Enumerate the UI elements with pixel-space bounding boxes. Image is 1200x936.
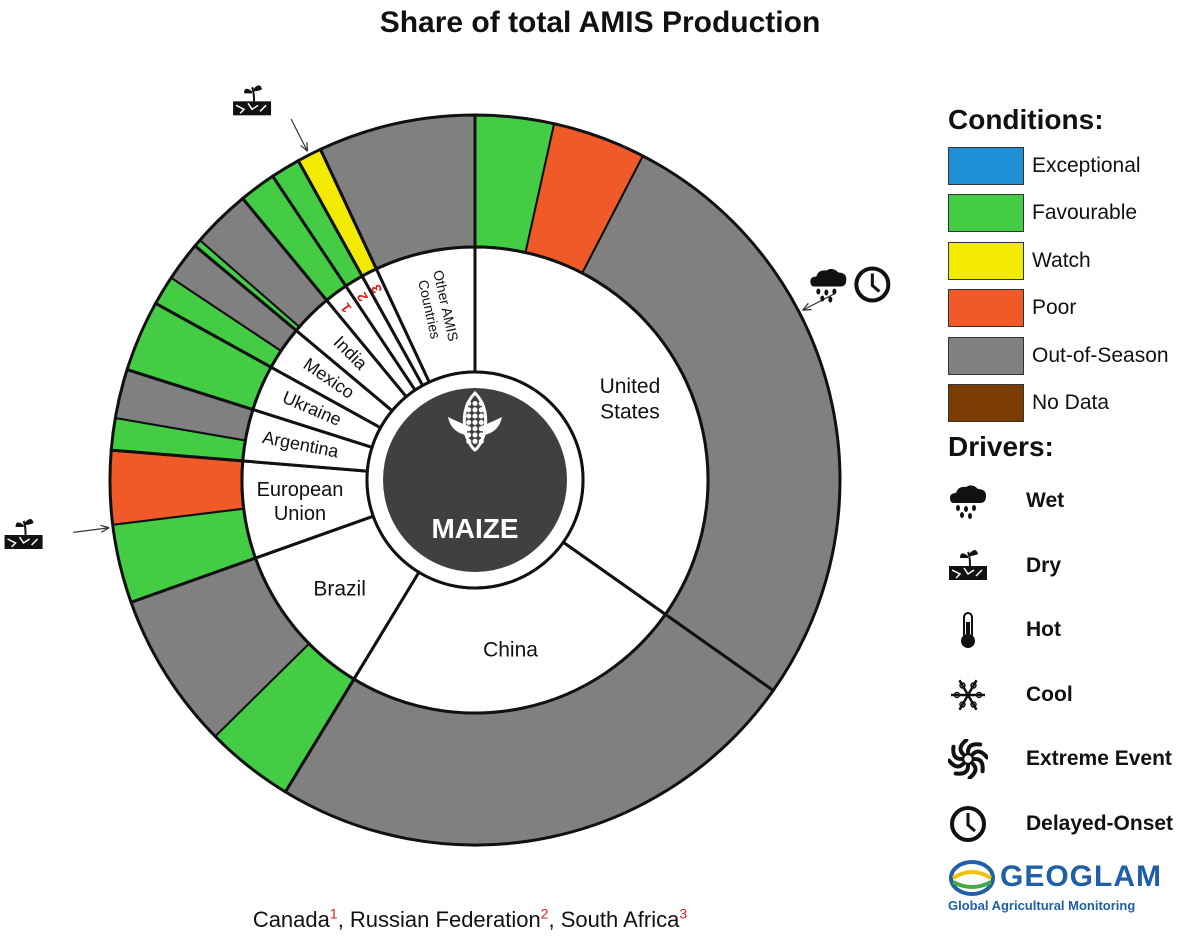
legend-item-exceptional: Exceptional xyxy=(948,142,1198,190)
legend-label: No Data xyxy=(1032,391,1110,415)
annotation-arrow xyxy=(73,527,110,534)
legend-item-favourable: Favourable xyxy=(948,190,1198,238)
legend-label: Poor xyxy=(1032,296,1077,320)
logo-wordmark: GEOGLAM xyxy=(1000,860,1162,893)
driver-item-cool: Cool xyxy=(948,663,1198,728)
globe-icon xyxy=(949,860,995,896)
footnote-item: Russian Federation2, xyxy=(349,906,561,933)
driver-annotation xyxy=(233,85,309,152)
country-label: China xyxy=(483,638,538,661)
center-label: MAIZE xyxy=(431,513,518,544)
legend-item-watch: Watch xyxy=(948,237,1198,285)
extreme-event-icon xyxy=(948,739,988,780)
driver-item-wet: Wet xyxy=(948,469,1198,534)
legend: Conditions: Exceptional Favourable Watch Po… xyxy=(948,104,1198,856)
driver-item-delayed-onset: Delayed-Onset xyxy=(948,792,1198,857)
driver-annotation xyxy=(4,518,110,549)
delayed-onset-icon xyxy=(948,804,988,844)
annotation-arrow xyxy=(290,118,309,152)
driver-annotation xyxy=(802,266,891,311)
legend-item-poor: Poor xyxy=(948,285,1198,333)
hot-icon xyxy=(948,610,988,650)
legend-swatch xyxy=(948,146,1024,185)
dry-icon xyxy=(4,518,43,549)
driver-label: Dry xyxy=(1026,553,1062,577)
footnote-item: South Africa3 xyxy=(560,906,688,933)
legend-swatch xyxy=(948,289,1024,328)
drivers-heading: Drivers: xyxy=(948,431,1054,462)
legend-swatch xyxy=(948,384,1024,423)
driver-item-dry: Dry xyxy=(948,534,1198,599)
conditions-heading: Conditions: xyxy=(948,104,1104,135)
legend-item-out-of-season: Out-of-Season xyxy=(948,332,1198,380)
legend-label: Favourable xyxy=(1032,201,1138,225)
footnote-item: Canada1, xyxy=(252,906,350,933)
legend-item-no-data: No Data xyxy=(948,380,1198,428)
conditions-list: Exceptional Favourable Watch Poor Out-of-Sea… xyxy=(948,142,1198,427)
legend-swatch xyxy=(948,194,1024,233)
dry-icon xyxy=(233,85,272,116)
logo-subtitle: Global Agricultural Monitoring xyxy=(948,898,1136,913)
legend-swatch xyxy=(948,241,1024,280)
legend-label: Exceptional xyxy=(1032,153,1141,177)
wet-icon xyxy=(948,481,988,521)
legend-label: Out-of-Season xyxy=(1032,343,1169,367)
drivers-list: Wet Dry Hot Cool Extreme Event Delayed-Onset xyxy=(948,469,1198,856)
driver-label: Cool xyxy=(1026,682,1073,706)
footnote: Canada1, Russian Federation2, South Afri… xyxy=(0,906,940,933)
legend-swatch xyxy=(948,336,1024,375)
donut-chart: United StatesChinaBrazilEuropean UnionArge… xyxy=(4,85,891,847)
country-label: Brazil xyxy=(313,578,366,601)
driver-label: Delayed-Onset xyxy=(1026,811,1174,835)
driver-item-hot: Hot xyxy=(948,598,1198,663)
driver-item-extreme-event: Extreme Event xyxy=(948,727,1198,792)
driver-label: Wet xyxy=(1026,489,1065,513)
geoglam-logo: GEOGLAM Global Agricultural Monitoring xyxy=(948,860,1198,920)
delayed-onset-icon xyxy=(854,266,891,303)
cool-icon xyxy=(948,675,988,715)
legend-label: Watch xyxy=(1032,248,1091,272)
driver-label: Hot xyxy=(1026,618,1061,642)
dry-icon xyxy=(948,546,988,586)
driver-label: Extreme Event xyxy=(1026,747,1172,771)
